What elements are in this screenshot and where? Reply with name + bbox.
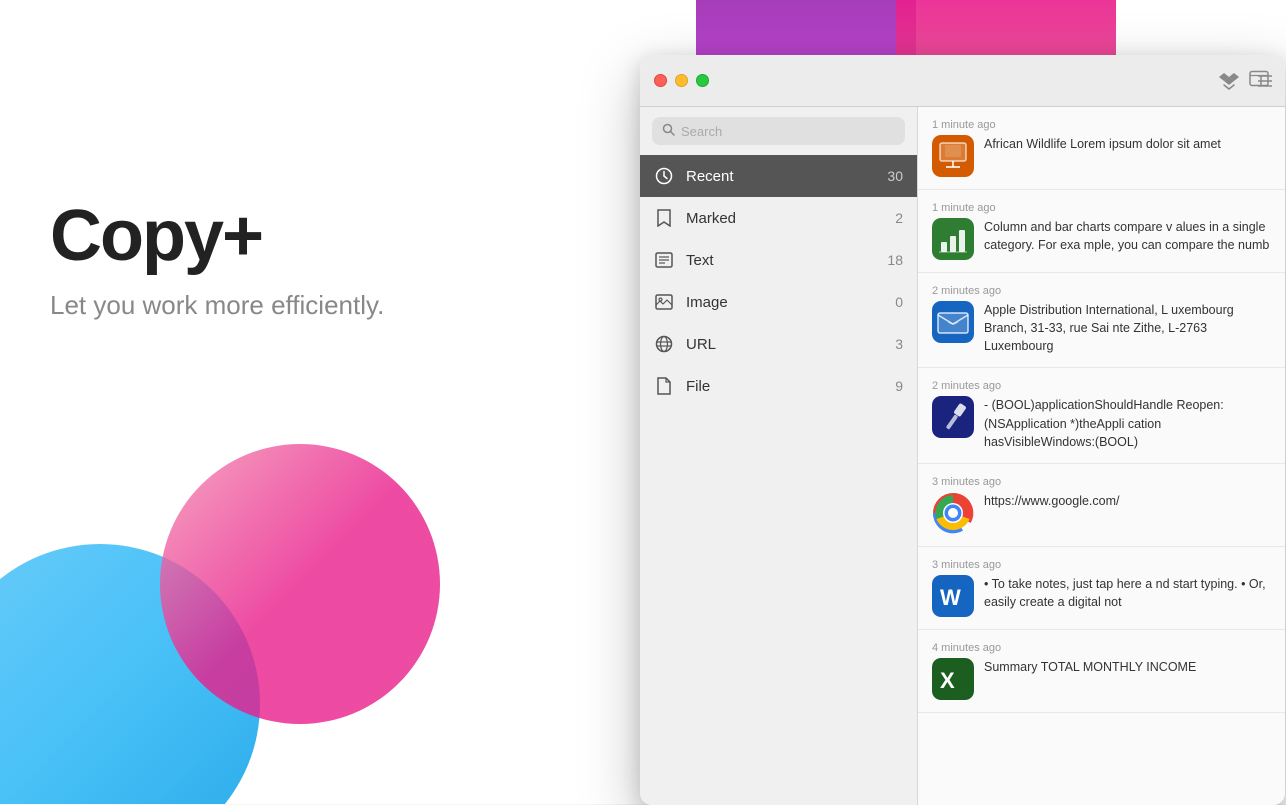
search-placeholder: Search <box>681 124 895 139</box>
traffic-lights <box>640 74 709 87</box>
svg-text:X: X <box>940 668 955 693</box>
search-icon <box>662 123 675 139</box>
item-text: https://www.google.com/ <box>984 492 1271 510</box>
text-count: 18 <box>887 252 903 268</box>
app-icon-numbers <box>932 218 974 260</box>
app-icon-chrome <box>932 492 974 534</box>
app-icon-mail <box>932 301 974 343</box>
dropbox-icon[interactable] <box>1213 65 1245 97</box>
window-body: Search Recent 30 <box>640 107 1285 805</box>
timestamp: 3 minutes ago <box>932 476 1271 488</box>
sidebar-item-image[interactable]: Image 0 <box>640 281 917 323</box>
item-content: - (BOOL)applicationShouldHandle Reopen:(… <box>932 396 1271 450</box>
recent-label: Recent <box>686 168 875 185</box>
item-text: Column and bar charts compare v alues in… <box>984 218 1271 254</box>
search-bar[interactable]: Search <box>652 117 905 145</box>
url-count: 3 <box>895 336 903 352</box>
app-icon-keynote <box>932 135 974 177</box>
fullscreen-button[interactable] <box>696 74 709 87</box>
timestamp: 2 minutes ago <box>932 285 1271 297</box>
clipboard-item[interactable]: 3 minutes ago W <box>918 547 1285 630</box>
clipboard-item[interactable]: 2 minutes ago <box>918 368 1285 463</box>
item-text: African Wildlife Lorem ipsum dolor sit a… <box>984 135 1271 153</box>
clipboard-item[interactable]: 1 minute ago <box>918 190 1285 273</box>
file-icon <box>654 376 674 396</box>
app-icon-excel: X <box>932 658 974 700</box>
app-window: Search Recent 30 <box>640 55 1285 805</box>
sidebar-item-marked[interactable]: Marked 2 <box>640 197 917 239</box>
item-text: Summary TOTAL MONTHLY INCOME <box>984 658 1271 676</box>
sidebar-item-file[interactable]: File 9 <box>640 365 917 407</box>
bg-blob-pink <box>160 444 440 724</box>
close-button[interactable] <box>654 74 667 87</box>
item-content: African Wildlife Lorem ipsum dolor sit a… <box>932 135 1271 177</box>
clipboard-item[interactable]: 1 minute ago <box>918 107 1285 190</box>
sidebar-item-text[interactable]: Text 18 <box>640 239 917 281</box>
text-label: Text <box>686 252 875 269</box>
file-count: 9 <box>895 378 903 394</box>
text-icon <box>654 250 674 270</box>
timestamp: 1 minute ago <box>932 119 1271 131</box>
item-text: • To take notes, just tap here a nd star… <box>984 575 1271 611</box>
image-count: 0 <box>895 294 903 310</box>
app-icon-word: W <box>932 575 974 617</box>
image-icon <box>654 292 674 312</box>
marked-count: 2 <box>895 210 903 226</box>
sidebar-item-url[interactable]: URL 3 <box>640 323 917 365</box>
item-content: Column and bar charts compare v alues in… <box>932 218 1271 260</box>
svg-text:W: W <box>940 585 961 610</box>
timestamp: 4 minutes ago <box>932 642 1271 654</box>
item-text: Apple Distribution International, L uxem… <box>984 301 1271 355</box>
clock-icon <box>654 166 674 186</box>
globe-icon <box>654 334 674 354</box>
item-content: X Summary TOTAL MONTHLY INCOME <box>932 658 1271 700</box>
app-subtitle: Let you work more efficiently. <box>50 290 384 321</box>
clipboard-item[interactable]: 2 minutes ago <box>918 273 1285 368</box>
clipboard-panel: 1 minute ago <box>918 107 1285 805</box>
titlebar <box>640 55 1285 107</box>
timestamp: 1 minute ago <box>932 202 1271 214</box>
bookmark-icon <box>654 208 674 228</box>
sidebar-nav: Recent 30 Marked 2 <box>640 155 917 805</box>
image-label: Image <box>686 294 883 311</box>
item-content: Apple Distribution International, L uxem… <box>932 301 1271 355</box>
sidebar: Search Recent 30 <box>640 107 918 805</box>
recent-count: 30 <box>887 168 903 184</box>
left-content: Copy+ Let you work more efficiently. <box>50 200 384 321</box>
minimize-button[interactable] <box>675 74 688 87</box>
app-title: Copy+ <box>50 200 384 272</box>
file-label: File <box>686 378 883 395</box>
item-content: W • To take notes, just tap here a nd st… <box>932 575 1271 617</box>
clipboard-item[interactable]: 4 minutes ago X <box>918 630 1285 713</box>
timestamp: 3 minutes ago <box>932 559 1271 571</box>
item-content: https://www.google.com/ <box>932 492 1271 534</box>
item-text: - (BOOL)applicationShouldHandle Reopen:(… <box>984 396 1271 450</box>
url-label: URL <box>686 336 883 353</box>
marked-label: Marked <box>686 210 883 227</box>
sidebar-item-recent[interactable]: Recent 30 <box>640 155 917 197</box>
timestamp: 2 minutes ago <box>932 380 1271 392</box>
list-view-icon[interactable] <box>1249 65 1281 97</box>
clipboard-item[interactable]: 3 minutes ago <box>918 464 1285 547</box>
app-icon-xcode <box>932 396 974 438</box>
